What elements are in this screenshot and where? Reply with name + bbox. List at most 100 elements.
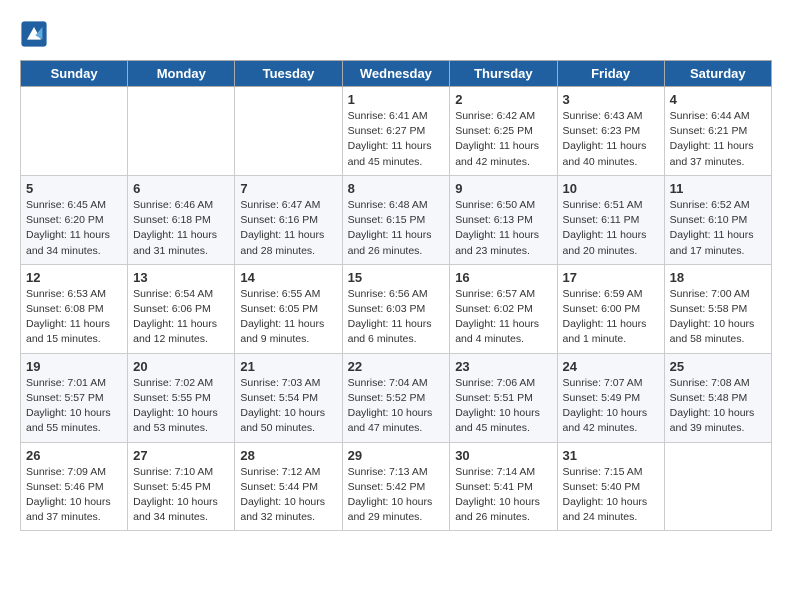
calendar-cell [128, 87, 235, 176]
logo-icon [20, 20, 48, 48]
calendar-cell: 18 Sunrise: 7:00 AM Sunset: 5:58 PM Dayli… [664, 264, 771, 353]
day-info: Sunrise: 7:02 AM Sunset: 5:55 PM Dayligh… [133, 376, 229, 437]
day-info: Sunrise: 7:07 AM Sunset: 5:49 PM Dayligh… [563, 376, 659, 437]
day-info: Sunrise: 6:56 AM Sunset: 6:03 PM Dayligh… [348, 287, 445, 348]
day-info: Sunrise: 6:45 AM Sunset: 6:20 PM Dayligh… [26, 198, 122, 259]
day-number: 4 [670, 92, 766, 107]
calendar-cell: 10 Sunrise: 6:51 AM Sunset: 6:11 PM Dayli… [557, 175, 664, 264]
day-number: 9 [455, 181, 551, 196]
day-info: Sunrise: 6:46 AM Sunset: 6:18 PM Dayligh… [133, 198, 229, 259]
calendar-week-row: 1 Sunrise: 6:41 AM Sunset: 6:27 PM Daylig… [21, 87, 772, 176]
calendar-cell: 15Sunrise: 6:56 AM Sunset: 6:03 PM Dayli… [342, 264, 450, 353]
day-info: Sunrise: 6:44 AM Sunset: 6:21 PM Dayligh… [670, 109, 766, 170]
weekday-header: Monday [128, 61, 235, 87]
day-number: 10 [563, 181, 659, 196]
weekday-header: Thursday [450, 61, 557, 87]
day-info: Sunrise: 7:00 AM Sunset: 5:58 PM Dayligh… [670, 287, 766, 348]
day-info: Sunrise: 7:15 AM Sunset: 5:40 PM Dayligh… [563, 465, 659, 526]
day-info: Sunrise: 6:48 AM Sunset: 6:15 PM Dayligh… [348, 198, 445, 259]
day-number: 1 [348, 92, 445, 107]
day-info: Sunrise: 7:12 AM Sunset: 5:44 PM Dayligh… [240, 465, 336, 526]
calendar-cell: 23Sunrise: 7:06 AM Sunset: 5:51 PM Dayli… [450, 353, 557, 442]
day-number: 29 [348, 448, 445, 463]
calendar-cell: 6 Sunrise: 6:46 AM Sunset: 6:18 PM Daylig… [128, 175, 235, 264]
day-number: 31 [563, 448, 659, 463]
calendar-cell: 30 Sunrise: 7:14 AM Sunset: 5:41 PM Dayli… [450, 442, 557, 531]
day-info: Sunrise: 6:41 AM Sunset: 6:27 PM Dayligh… [348, 109, 445, 170]
calendar-week-row: 19Sunrise: 7:01 AM Sunset: 5:57 PM Dayli… [21, 353, 772, 442]
calendar-cell: 8 Sunrise: 6:48 AM Sunset: 6:15 PM Daylig… [342, 175, 450, 264]
calendar-cell: 16Sunrise: 6:57 AM Sunset: 6:02 PM Dayli… [450, 264, 557, 353]
day-info: Sunrise: 7:13 AM Sunset: 5:42 PM Dayligh… [348, 465, 445, 526]
calendar-week-row: 5 Sunrise: 6:45 AM Sunset: 6:20 PM Daylig… [21, 175, 772, 264]
calendar-cell: 2 Sunrise: 6:42 AM Sunset: 6:25 PM Daylig… [450, 87, 557, 176]
calendar-cell: 21Sunrise: 7:03 AM Sunset: 5:54 PM Dayli… [235, 353, 342, 442]
day-info: Sunrise: 6:53 AM Sunset: 6:08 PM Dayligh… [26, 287, 122, 348]
calendar-cell: 28 Sunrise: 7:12 AM Sunset: 5:44 PM Dayli… [235, 442, 342, 531]
day-number: 26 [26, 448, 122, 463]
calendar-cell: 20 Sunrise: 7:02 AM Sunset: 5:55 PM Dayli… [128, 353, 235, 442]
weekday-header: Saturday [664, 61, 771, 87]
calendar-cell [21, 87, 128, 176]
calendar-cell: 7 Sunrise: 6:47 AM Sunset: 6:16 PM Daylig… [235, 175, 342, 264]
calendar-cell: 9 Sunrise: 6:50 AM Sunset: 6:13 PM Daylig… [450, 175, 557, 264]
calendar-cell: 24 Sunrise: 7:07 AM Sunset: 5:49 PM Dayli… [557, 353, 664, 442]
day-number: 30 [455, 448, 551, 463]
day-info: Sunrise: 6:52 AM Sunset: 6:10 PM Dayligh… [670, 198, 766, 259]
day-info: Sunrise: 6:55 AM Sunset: 6:05 PM Dayligh… [240, 287, 336, 348]
logo [20, 20, 52, 48]
day-number: 27 [133, 448, 229, 463]
day-number: 25 [670, 359, 766, 374]
day-info: Sunrise: 6:54 AM Sunset: 6:06 PM Dayligh… [133, 287, 229, 348]
calendar-cell [235, 87, 342, 176]
day-info: Sunrise: 7:09 AM Sunset: 5:46 PM Dayligh… [26, 465, 122, 526]
calendar-cell: 12Sunrise: 6:53 AM Sunset: 6:08 PM Dayli… [21, 264, 128, 353]
day-info: Sunrise: 6:50 AM Sunset: 6:13 PM Dayligh… [455, 198, 551, 259]
calendar-cell: 3Sunrise: 6:43 AM Sunset: 6:23 PM Daylig… [557, 87, 664, 176]
day-info: Sunrise: 6:42 AM Sunset: 6:25 PM Dayligh… [455, 109, 551, 170]
calendar-cell: 22 Sunrise: 7:04 AM Sunset: 5:52 PM Dayli… [342, 353, 450, 442]
day-number: 6 [133, 181, 229, 196]
day-number: 7 [240, 181, 336, 196]
day-number: 22 [348, 359, 445, 374]
day-number: 3 [563, 92, 659, 107]
calendar-cell: 17 Sunrise: 6:59 AM Sunset: 6:00 PM Dayli… [557, 264, 664, 353]
day-number: 13 [133, 270, 229, 285]
calendar-cell: 19Sunrise: 7:01 AM Sunset: 5:57 PM Dayli… [21, 353, 128, 442]
day-info: Sunrise: 7:06 AM Sunset: 5:51 PM Dayligh… [455, 376, 551, 437]
day-number: 19 [26, 359, 122, 374]
day-number: 17 [563, 270, 659, 285]
day-info: Sunrise: 6:51 AM Sunset: 6:11 PM Dayligh… [563, 198, 659, 259]
day-number: 14 [240, 270, 336, 285]
weekday-header: Sunday [21, 61, 128, 87]
weekday-header: Friday [557, 61, 664, 87]
day-info: Sunrise: 7:04 AM Sunset: 5:52 PM Dayligh… [348, 376, 445, 437]
day-number: 20 [133, 359, 229, 374]
calendar-cell: 14 Sunrise: 6:55 AM Sunset: 6:05 PM Dayli… [235, 264, 342, 353]
page-header [20, 20, 772, 48]
day-number: 18 [670, 270, 766, 285]
day-number: 2 [455, 92, 551, 107]
weekday-header: Tuesday [235, 61, 342, 87]
calendar-week-row: 26 Sunrise: 7:09 AM Sunset: 5:46 PM Dayli… [21, 442, 772, 531]
day-number: 11 [670, 181, 766, 196]
calendar-table: SundayMondayTuesdayWednesdayThursdayFrid… [20, 60, 772, 531]
day-info: Sunrise: 7:10 AM Sunset: 5:45 PM Dayligh… [133, 465, 229, 526]
day-number: 24 [563, 359, 659, 374]
calendar-cell: 1 Sunrise: 6:41 AM Sunset: 6:27 PM Daylig… [342, 87, 450, 176]
calendar-cell: 5 Sunrise: 6:45 AM Sunset: 6:20 PM Daylig… [21, 175, 128, 264]
day-number: 8 [348, 181, 445, 196]
weekday-header: Wednesday [342, 61, 450, 87]
day-number: 21 [240, 359, 336, 374]
calendar-cell: 13 Sunrise: 6:54 AM Sunset: 6:06 PM Dayli… [128, 264, 235, 353]
day-number: 5 [26, 181, 122, 196]
calendar-cell: 29 Sunrise: 7:13 AM Sunset: 5:42 PM Dayli… [342, 442, 450, 531]
day-info: Sunrise: 7:14 AM Sunset: 5:41 PM Dayligh… [455, 465, 551, 526]
day-info: Sunrise: 6:47 AM Sunset: 6:16 PM Dayligh… [240, 198, 336, 259]
day-info: Sunrise: 6:59 AM Sunset: 6:00 PM Dayligh… [563, 287, 659, 348]
calendar-week-row: 12Sunrise: 6:53 AM Sunset: 6:08 PM Dayli… [21, 264, 772, 353]
calendar-cell: 26 Sunrise: 7:09 AM Sunset: 5:46 PM Dayli… [21, 442, 128, 531]
day-number: 28 [240, 448, 336, 463]
calendar-header-row: SundayMondayTuesdayWednesdayThursdayFrid… [21, 61, 772, 87]
day-info: Sunrise: 6:57 AM Sunset: 6:02 PM Dayligh… [455, 287, 551, 348]
